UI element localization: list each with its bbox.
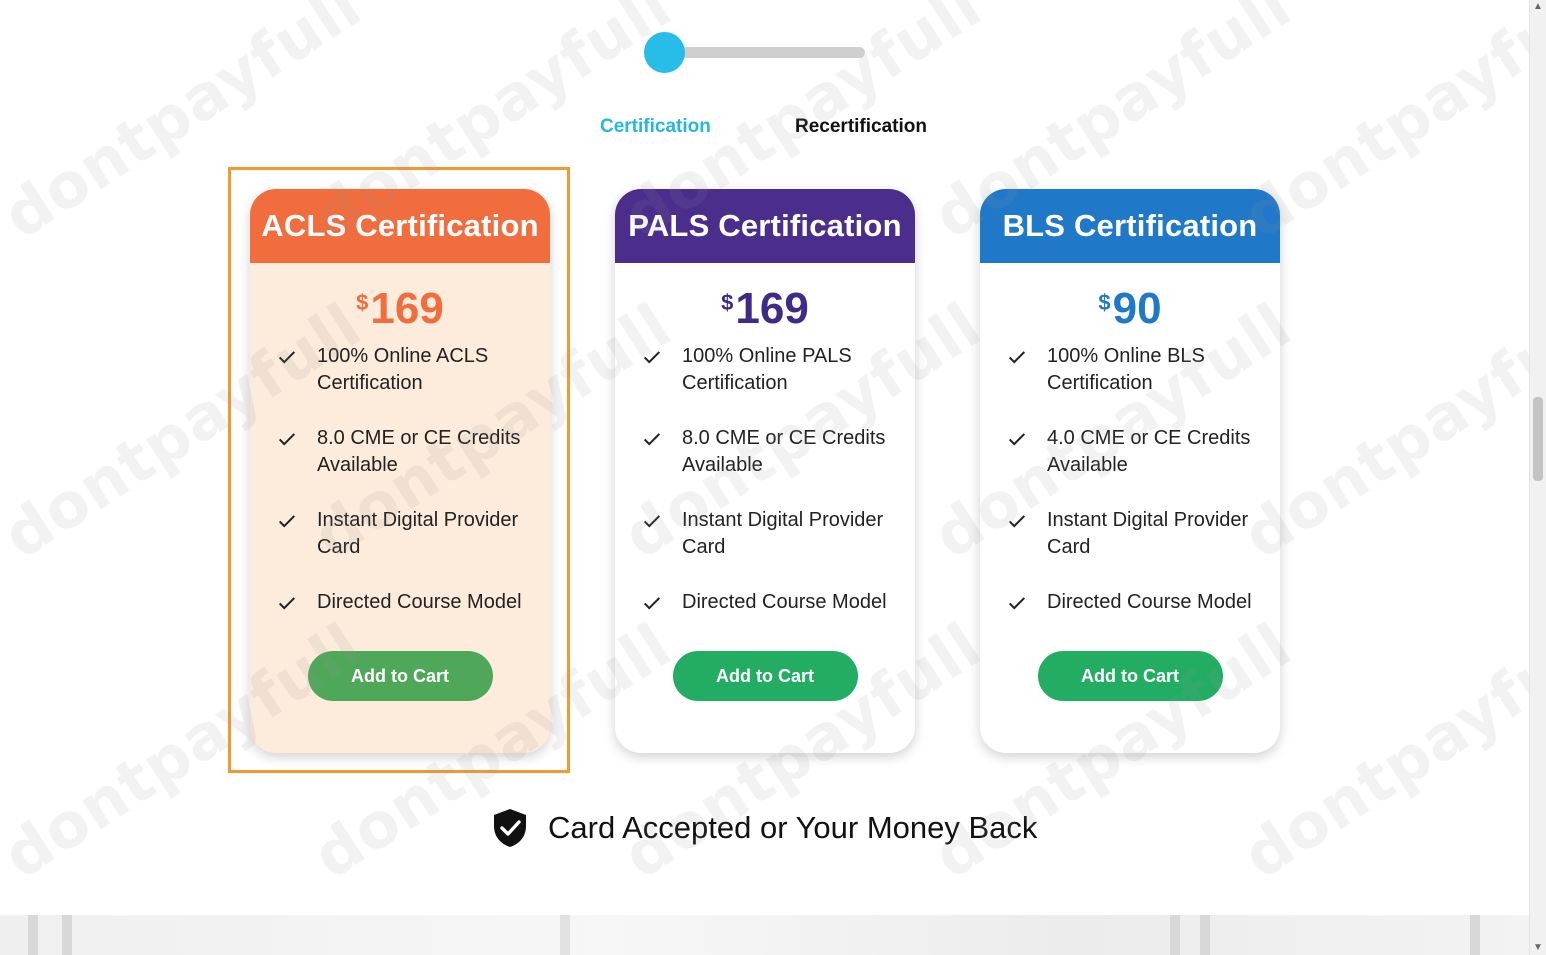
currency-symbol: $: [721, 290, 734, 315]
checkmark-icon: [278, 433, 296, 446]
list-item: 100% Online BLS Certification: [1006, 343, 1280, 425]
checkmark-icon: [643, 515, 661, 528]
add-to-cart-button[interactable]: Add to Cart: [1037, 651, 1223, 701]
checkmark-icon: [1008, 597, 1026, 610]
list-item: Instant Digital Provider Card: [1006, 507, 1280, 589]
feature-text: Instant Digital Provider Card: [682, 509, 884, 558]
tab-recertification[interactable]: Recertification: [795, 116, 927, 138]
feature-text: 100% Online ACLS Certification: [317, 345, 489, 394]
acls-card: ACLS Certification $169 100% Online ACLS…: [250, 189, 550, 753]
feature-text: 8.0 CME or CE Credits Available: [317, 427, 521, 476]
scroll-down-icon[interactable]: ▼: [1530, 941, 1546, 955]
feature-text: 100% Online PALS Certification: [682, 345, 852, 394]
add-to-cart-button[interactable]: Add to Cart: [307, 651, 493, 701]
card-header: BLS Certification: [980, 189, 1280, 263]
tab-certification[interactable]: Certification: [600, 116, 711, 138]
card-header: ACLS Certification: [250, 189, 550, 263]
card-price: $90: [980, 283, 1280, 335]
card-price: $169: [615, 283, 915, 335]
card-header: PALS Certification: [615, 189, 915, 263]
add-to-cart-button[interactable]: Add to Cart: [672, 651, 858, 701]
currency-symbol: $: [1098, 290, 1111, 315]
feature-list: 100% Online ACLS Certification 8.0 CME o…: [250, 343, 550, 645]
feature-list: 100% Online BLS Certification 4.0 CME or…: [980, 343, 1280, 645]
scroll-thumb[interactable]: [1533, 397, 1543, 481]
toggle-knob[interactable]: [644, 32, 685, 73]
checkmark-icon: [278, 515, 296, 528]
feature-text: Directed Course Model: [682, 591, 887, 613]
guarantee-banner: Card Accepted or Your Money Back: [492, 808, 1037, 848]
currency-symbol: $: [356, 290, 369, 315]
card-title: ACLS Certification: [261, 208, 539, 243]
list-item: 4.0 CME or CE Credits Available: [1006, 425, 1280, 507]
list-item: Instant Digital Provider Card: [641, 507, 915, 589]
pals-card: PALS Certification $169 100% Online PALS…: [615, 189, 915, 753]
price-amount: 169: [370, 284, 444, 333]
feature-text: 4.0 CME or CE Credits Available: [1047, 427, 1251, 476]
checkmark-icon: [1008, 515, 1026, 528]
bls-card: BLS Certification $90 100% Online BLS Ce…: [980, 189, 1280, 753]
list-item: Directed Course Model: [641, 589, 915, 645]
list-item: Instant Digital Provider Card: [276, 507, 550, 589]
feature-text: 100% Online BLS Certification: [1047, 345, 1205, 394]
price-amount: 90: [1112, 284, 1162, 333]
list-item: 100% Online ACLS Certification: [276, 343, 550, 425]
list-item: Directed Course Model: [276, 589, 550, 645]
list-item: 8.0 CME or CE Credits Available: [641, 425, 915, 507]
checkmark-icon: [278, 597, 296, 610]
checkmark-icon: [643, 597, 661, 610]
checkmark-icon: [278, 351, 296, 364]
scroll-up-icon[interactable]: ▲: [1530, 0, 1546, 14]
feature-text: Directed Course Model: [317, 591, 522, 613]
list-item: 8.0 CME or CE Credits Available: [276, 425, 550, 507]
feature-list: 100% Online PALS Certification 8.0 CME o…: [615, 343, 915, 645]
feature-text: Instant Digital Provider Card: [317, 509, 519, 558]
toggle-track[interactable]: [664, 47, 865, 58]
checkmark-icon: [1008, 433, 1026, 446]
list-item: 100% Online PALS Certification: [641, 343, 915, 425]
feature-text: Instant Digital Provider Card: [1047, 509, 1249, 558]
feature-text: 8.0 CME or CE Credits Available: [682, 427, 886, 476]
card-title: BLS Certification: [1002, 208, 1258, 243]
vertical-scrollbar[interactable]: ▲ ▼: [1529, 0, 1546, 955]
feature-text: Directed Course Model: [1047, 591, 1252, 613]
checkmark-icon: [643, 351, 661, 364]
price-amount: 169: [735, 284, 809, 333]
card-price: $169: [250, 283, 550, 335]
checkmark-icon: [643, 433, 661, 446]
list-item: Directed Course Model: [1006, 589, 1280, 645]
guarantee-text: Card Accepted or Your Money Back: [548, 810, 1038, 845]
shield-check-icon: [494, 809, 526, 847]
checkmark-icon: [1008, 351, 1026, 364]
card-title: PALS Certification: [628, 208, 902, 243]
bottom-background-image: [0, 915, 1530, 955]
